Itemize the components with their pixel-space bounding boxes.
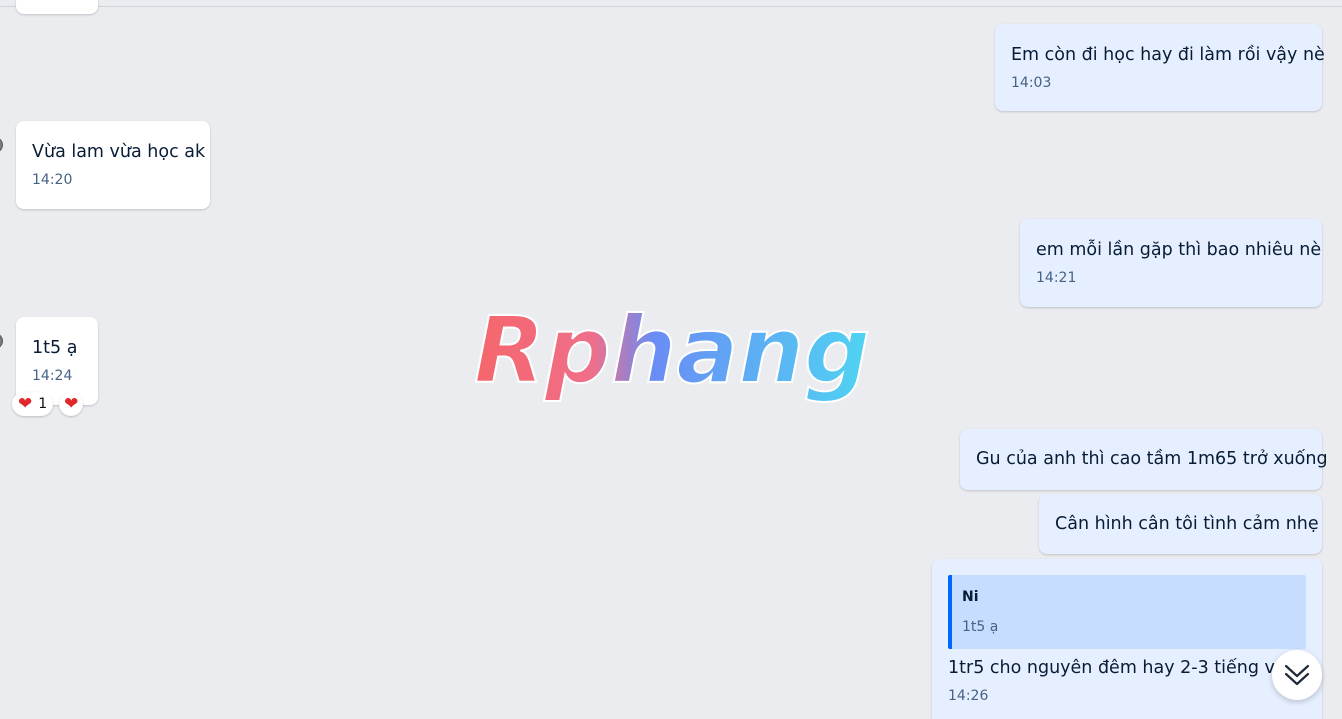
reaction-summary-chip[interactable]: ❤ 1 <box>12 392 54 416</box>
reaction-bar: ❤ 1 ❤ <box>12 392 84 416</box>
message-bubble-outgoing[interactable]: em mỗi lần gặp thì bao nhiêu nè 14:21 <box>1020 219 1322 307</box>
sender-avatar[interactable] <box>0 334 2 348</box>
message-text: Cân hình cân tôi tình cảm nhẹ <box>1055 514 1319 534</box>
message-text: Em còn đi học hay đi làm rồi vậy nè <box>1011 45 1325 65</box>
message-text: 1t5 ạ <box>32 338 78 358</box>
heart-icon: ❤ <box>18 394 33 414</box>
message-time: 14:21 <box>1036 270 1077 286</box>
sender-avatar[interactable] <box>0 138 2 152</box>
message-text: em mỗi lần gặp thì bao nhiêu nè <box>1036 240 1322 260</box>
quoted-text: 1t5 ạ <box>962 619 999 635</box>
message-time: 14:03 <box>1011 75 1052 91</box>
message-text: 1tr5 cho nguyên đêm hay 2-3 tiếng vậy <box>948 658 1296 678</box>
watermark-logo: Rphang <box>473 300 871 405</box>
message-bubble-outgoing[interactable]: Cân hình cân tôi tình cảm nhẹ <box>1039 494 1322 554</box>
scroll-to-bottom-button[interactable] <box>1272 650 1322 700</box>
message-time: 14:24 <box>32 368 73 384</box>
react-button[interactable]: ❤ <box>59 392 84 416</box>
message-bubble-outgoing[interactable]: Em còn đi học hay đi làm rồi vậy nè 14:0… <box>995 24 1325 111</box>
reaction-count: 1 <box>38 396 48 412</box>
header-divider <box>0 6 1342 7</box>
message-time: 14:20 <box>32 172 73 188</box>
message-text: Gu của anh thì cao tầm 1m65 trở xuống <box>976 449 1328 469</box>
message-time: 14:26 <box>948 688 989 704</box>
message-text: Vừa lam vừa học ak <box>32 142 206 162</box>
chat-view: Em còn đi học hay đi làm rồi vậy nè 14:0… <box>0 0 1342 719</box>
quoted-sender-name: Ni <box>962 589 979 605</box>
chevron-double-down-icon <box>1284 664 1310 686</box>
quoted-message[interactable]: Ni 1t5 ạ <box>948 575 1306 649</box>
previous-message-bubble[interactable] <box>16 0 98 14</box>
message-bubble-incoming[interactable]: Vừa lam vừa học ak 14:20 <box>16 121 210 209</box>
message-bubble-outgoing-reply[interactable]: Ni 1t5 ạ 1tr5 cho nguyên đêm hay 2-3 tiế… <box>932 559 1322 719</box>
watermark-text: Rphang <box>474 300 870 404</box>
message-bubble-outgoing[interactable]: Gu của anh thì cao tầm 1m65 trở xuống <box>960 429 1328 490</box>
heart-icon: ❤ <box>64 394 79 414</box>
